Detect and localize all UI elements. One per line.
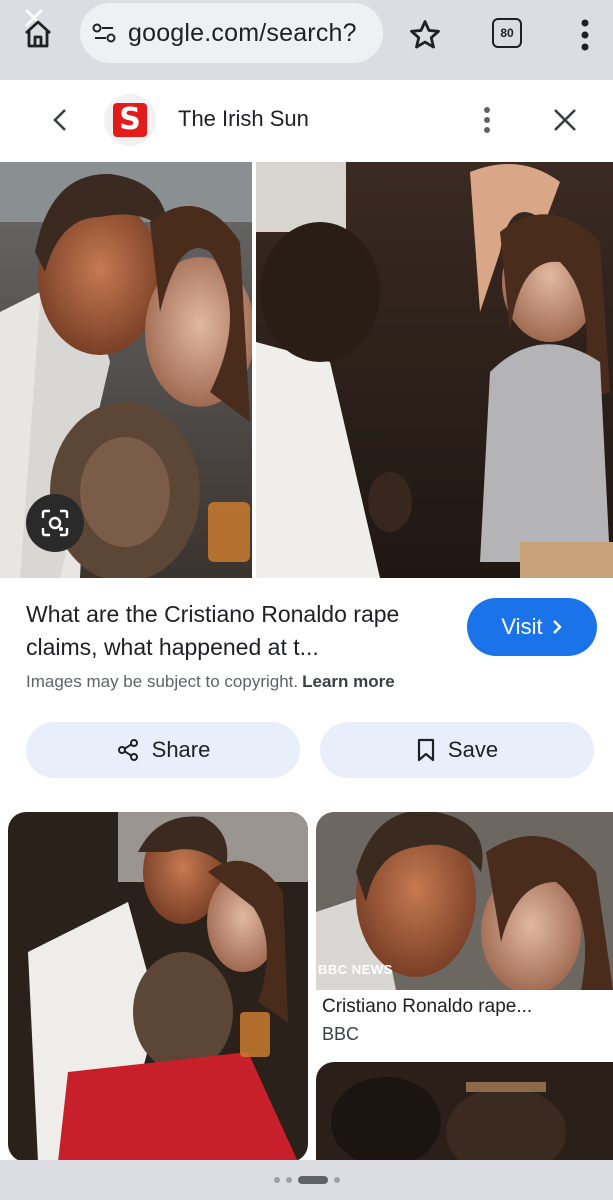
indicator-dot: [273, 1177, 280, 1183]
browser-menu-button[interactable]: [570, 14, 600, 56]
tab-count: 80: [500, 26, 514, 40]
more-vertical-icon: [484, 107, 490, 133]
related-image-1[interactable]: [8, 812, 308, 1162]
home-button[interactable]: [18, 14, 58, 54]
related-photo-1: [8, 812, 308, 1162]
indicator-dot-active: [297, 1176, 328, 1184]
chevron-left-icon: [53, 109, 66, 131]
photo-collage: [0, 162, 613, 578]
related-caption[interactable]: Cristiano Ronaldo rape...: [322, 996, 532, 1018]
page-indicator: [0, 1160, 613, 1200]
site-settings-icon[interactable]: [90, 19, 118, 47]
tab-switcher-button[interactable]: 80: [492, 18, 522, 48]
related-source: BBC: [322, 1024, 360, 1044]
chevron-right-icon: [552, 620, 562, 634]
address-bar[interactable]: google.com/search?: [80, 3, 383, 63]
copyright-text: Images may be subject to copyright.: [26, 672, 299, 691]
visit-label: Visit: [501, 614, 543, 639]
copyright-notice: Images may be subject to copyright. Learn…: [26, 672, 395, 692]
indicator-dot: [333, 1177, 340, 1183]
related-image-3[interactable]: [316, 1062, 613, 1162]
bookmark-button[interactable]: [404, 14, 446, 56]
more-options-button[interactable]: [470, 100, 504, 140]
star-icon: [410, 20, 440, 49]
related-photo-3: [316, 1062, 613, 1162]
bbc-news-logo: BBC NEWS: [318, 962, 393, 977]
back-button[interactable]: [40, 100, 80, 140]
save-button[interactable]: Save: [320, 722, 594, 778]
the-sun-logo: S: [113, 103, 147, 137]
result-title[interactable]: What are the Cristiano Ronaldo rape clai…: [26, 598, 446, 664]
share-button[interactable]: Share: [26, 722, 300, 778]
lens-icon: [41, 509, 69, 537]
google-lens-button[interactable]: [26, 494, 84, 552]
bookmark-icon: [417, 738, 435, 762]
indicator-dot: [285, 1177, 292, 1183]
close-icon: [554, 109, 576, 131]
source-name[interactable]: The Irish Sun: [178, 106, 309, 132]
browser-toolbar: google.com/search? 80: [0, 0, 613, 80]
learn-more-link[interactable]: Learn more: [302, 672, 395, 691]
image-viewer-header: S The Irish Sun: [0, 80, 613, 160]
url-text: google.com/search?: [128, 18, 357, 47]
share-icon: [117, 739, 138, 761]
main-image[interactable]: [0, 162, 613, 578]
source-logo[interactable]: S: [104, 94, 156, 146]
more-vertical-icon: [581, 19, 589, 51]
share-label: Share: [151, 737, 211, 762]
close-button[interactable]: [545, 100, 585, 140]
save-label: Save: [447, 737, 499, 762]
visit-button[interactable]: Visit: [467, 598, 597, 656]
home-icon: [25, 20, 51, 48]
